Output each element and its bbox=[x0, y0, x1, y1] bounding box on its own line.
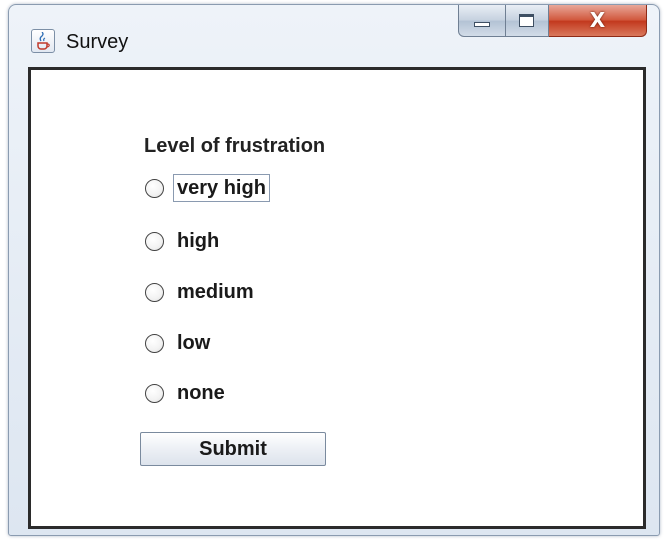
window-title: Survey bbox=[66, 31, 129, 53]
maximize-icon bbox=[519, 14, 534, 27]
radio-option-none[interactable]: none bbox=[145, 379, 229, 407]
minimize-icon bbox=[474, 22, 490, 27]
close-button[interactable]: X bbox=[549, 5, 647, 37]
radio-option-high[interactable]: high bbox=[145, 227, 223, 255]
radio-label[interactable]: high bbox=[173, 227, 223, 255]
submit-button[interactable]: Submit bbox=[140, 432, 326, 466]
survey-window: Survey X Level of frustration very high … bbox=[8, 4, 660, 536]
question-label: Level of frustration bbox=[144, 135, 326, 157]
radio-button[interactable] bbox=[145, 178, 164, 198]
radio-label[interactable]: very high bbox=[173, 174, 270, 202]
radio-label[interactable]: none bbox=[173, 379, 229, 407]
radio-button[interactable] bbox=[145, 282, 164, 302]
radio-label[interactable]: medium bbox=[173, 278, 258, 306]
radio-button[interactable] bbox=[145, 333, 164, 353]
radio-option-low[interactable]: low bbox=[145, 329, 214, 357]
minimize-button[interactable] bbox=[458, 5, 506, 37]
survey-panel: Level of frustration very high high medi… bbox=[28, 67, 646, 529]
title-bar[interactable]: Survey X bbox=[9, 5, 659, 65]
java-cup-icon[interactable] bbox=[31, 29, 55, 53]
maximize-button[interactable] bbox=[506, 5, 549, 37]
close-icon: X bbox=[589, 8, 606, 32]
radio-label[interactable]: low bbox=[173, 329, 214, 357]
radio-option-medium[interactable]: medium bbox=[145, 278, 258, 306]
radio-button[interactable] bbox=[145, 231, 164, 251]
window-controls: X bbox=[458, 5, 647, 39]
radio-button[interactable] bbox=[145, 383, 164, 403]
radio-option-very-high[interactable]: very high bbox=[145, 174, 270, 202]
